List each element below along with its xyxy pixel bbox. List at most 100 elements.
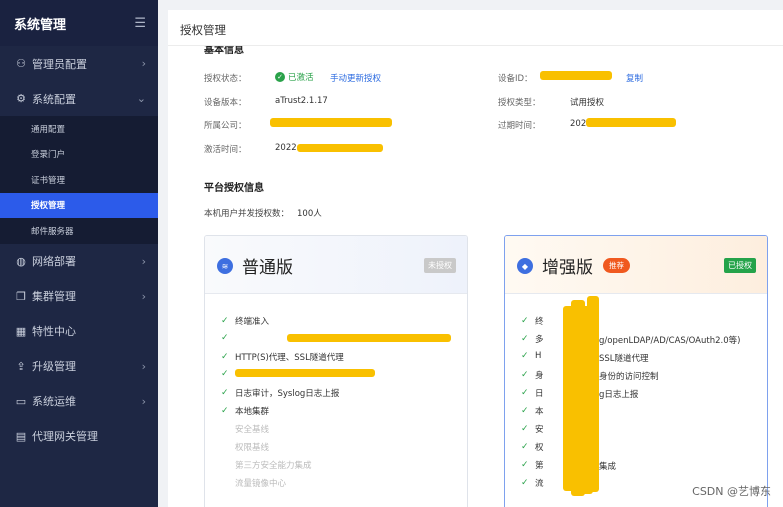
feature-text-fragment: 身份的访问控制 <box>599 372 659 382</box>
check-icon: ✓ <box>521 442 529 452</box>
feature-item: ✓ 安 <box>521 424 544 435</box>
feature-item: ✓ 终 <box>521 316 544 327</box>
redaction-mark <box>297 144 383 152</box>
sidebar-item-system-config[interactable]: ⚙ 系统配置 ⌄ <box>0 81 158 116</box>
sidebar-title: 系统管理 <box>14 17 67 33</box>
expire-label: 过期时间： <box>498 121 541 131</box>
sidebar-item-label: 网络部署 <box>32 255 76 268</box>
feature-item: ✓ 身 <box>521 370 544 381</box>
redaction-mark <box>270 118 392 127</box>
platform-info-title: 平台授权信息 <box>204 183 264 194</box>
check-icon: ✓ <box>521 406 529 416</box>
feature-text-fragment: SSL隧道代理 <box>599 354 649 364</box>
sidebar-item-label: 集群管理 <box>32 290 76 303</box>
basic-info-title: 基本信息 <box>204 46 244 56</box>
auth-type-label: 授权类型： <box>498 98 541 108</box>
feature-item: ✓ <box>221 369 235 379</box>
sidebar-item-features[interactable]: ▦ 特性中心 <box>0 314 158 349</box>
check-icon: ✓ <box>221 369 229 379</box>
sidebar-header: 系统管理 ☰ <box>0 0 158 46</box>
check-icon: ✓ <box>521 388 529 398</box>
menu-collapse-icon[interactable]: ☰ <box>134 16 146 31</box>
sidebar-item-admin-config[interactable]: ⚇ 管理员配置 › <box>0 46 158 81</box>
check-icon: ✓ <box>221 333 229 343</box>
sidebar-subitem-login-portal[interactable]: 登录门户 <box>0 142 158 168</box>
feature-item: ✓ H <box>521 351 542 361</box>
feature-item: ✓ 日 <box>521 388 544 399</box>
feature-item: ✓ 终端准入 <box>221 316 270 327</box>
sidebar-item-cluster[interactable]: ❐ 集群管理 › <box>0 279 158 314</box>
upload-icon: ⇪ <box>16 359 26 373</box>
expire-value: 202 <box>570 119 587 129</box>
check-icon: ✓ <box>221 316 229 326</box>
unlicensed-badge: 未授权 <box>424 258 456 273</box>
card-header: ≋ 普通版 未授权 <box>205 236 467 294</box>
check-icon: ✓ <box>521 370 529 380</box>
license-content: 基本信息 授权状态： ✓ 已激活 手动更新授权 设备版本： aTrust2.1.… <box>168 46 783 507</box>
sidebar-subitem-general[interactable]: 通用配置 <box>0 116 158 142</box>
manual-update-link[interactable]: 手动更新授权 <box>330 72 381 84</box>
status-label: 授权状态： <box>204 74 247 84</box>
feature-item: ✓ 权 <box>521 442 544 453</box>
sidebar-item-gateway[interactable]: ▤ 代理网关管理 <box>0 419 158 454</box>
licensed-badge: 已授权 <box>724 258 756 273</box>
chevron-right-icon: › <box>141 57 146 70</box>
status-text: 已激活 <box>288 73 314 83</box>
sidebar-subitem-certificates[interactable]: 证书管理 <box>0 167 158 193</box>
copy-link[interactable]: 复制 <box>626 72 643 84</box>
sidebar-item-label: 系统运维 <box>32 395 76 408</box>
monitor-icon: ▭ <box>15 394 27 408</box>
page-header: 授权管理 <box>168 10 783 46</box>
grid-icon: ▦ <box>15 324 27 338</box>
concurrency-value: 100人 <box>297 209 322 219</box>
check-icon: ✓ <box>221 352 229 362</box>
sidebar-item-label: 管理员配置 <box>32 57 87 71</box>
layers-icon: ≋ <box>217 258 233 274</box>
page-title: 授权管理 <box>180 23 226 37</box>
feature-text-fragment: g/openLDAP/AD/CAS/OAuth2.0等) <box>599 336 741 346</box>
feature-item: ✓ 日志审计，Syslog日志上报 <box>221 388 340 399</box>
version-value: aTrust2.1.17 <box>275 96 328 106</box>
check-icon: ✓ <box>521 334 529 344</box>
sidebar-subitem-mail-server[interactable]: 邮件服务器 <box>0 218 158 244</box>
sidebar: 系统管理 ☰ ⚇ 管理员配置 › ⚙ 系统配置 ⌄ 通用配置 登录门户 证书管理… <box>0 0 158 507</box>
sidebar-item-ops[interactable]: ▭ 系统运维 › <box>0 384 158 419</box>
main-area: 授权管理 基本信息 授权状态： ✓ 已激活 手动更新授权 设备版本： aTrus… <box>158 0 783 507</box>
feature-item: ✓ 本地集群 <box>221 406 270 417</box>
gateway-icon: ▤ <box>15 429 27 443</box>
gear-icon: ⚙ <box>16 92 26 105</box>
sidebar-subitem-license[interactable]: 授权管理 <box>0 192 158 218</box>
chevron-right-icon: › <box>141 359 146 373</box>
feature-item: ✓ 本 <box>521 406 544 417</box>
sidebar-item-label: 系统配置 <box>32 92 76 106</box>
redaction-mark <box>287 334 451 342</box>
recommend-badge: 推荐 <box>603 258 630 273</box>
feature-item-disabled: 权限基线 <box>235 443 270 453</box>
redaction-mark <box>587 296 599 492</box>
version-label: 设备版本： <box>204 98 247 108</box>
activated-label: 激活时间： <box>204 145 247 155</box>
feature-text-fragment: g日志上报 <box>599 390 639 400</box>
feature-item-disabled: 流量镜像中心 <box>235 479 287 489</box>
enhanced-edition-card: ◆ 增强版 推荐 已授权 ✓ 终 ✓ 多 g/openLDAP/AD/CAS/OAu… <box>504 235 768 507</box>
chevron-right-icon: › <box>141 394 146 408</box>
check-icon: ✓ <box>521 316 529 326</box>
edition-name: 增强版 <box>542 258 593 278</box>
user-icon: ⚇ <box>16 57 26 70</box>
watermark: CSDN @艺博东 <box>692 485 771 498</box>
sidebar-item-upgrade[interactable]: ⇪ 升级管理 › <box>0 349 158 384</box>
check-icon: ✓ <box>521 351 529 361</box>
chevron-right-icon: › <box>141 254 146 268</box>
sidebar-item-network[interactable]: ◍ 网络部署 › <box>0 244 158 279</box>
redaction-mark <box>235 369 375 377</box>
check-icon: ✓ <box>521 460 529 470</box>
card-header: ◆ 增强版 推荐 已授权 <box>505 236 767 294</box>
check-icon: ✓ <box>221 406 229 416</box>
sidebar-item-label: 代理网关管理 <box>32 430 98 443</box>
check-icon: ✓ <box>521 478 529 488</box>
feature-item: ✓ 多 <box>521 334 544 345</box>
feature-item: ✓ <box>221 333 235 343</box>
feature-item-disabled: 安全基线 <box>235 425 270 435</box>
feature-item: ✓ HTTP(S)代理、SSL隧道代理 <box>221 352 344 363</box>
status-value: ✓ 已激活 <box>275 71 314 83</box>
